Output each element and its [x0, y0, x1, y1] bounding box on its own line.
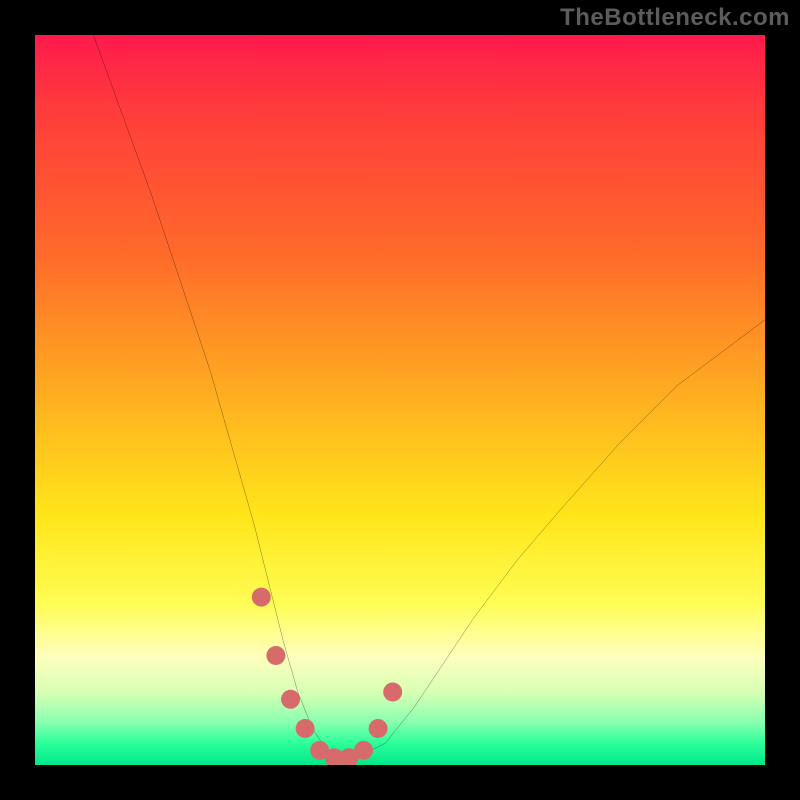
- highlight-dot: [266, 646, 285, 665]
- watermark-text: TheBottleneck.com: [560, 4, 790, 32]
- chart-frame: TheBottleneck.com: [0, 0, 800, 800]
- highlight-dot: [369, 719, 388, 738]
- highlight-dot: [296, 719, 315, 738]
- highlight-dot: [354, 741, 373, 760]
- plot-area: [35, 35, 765, 765]
- bottleneck-curve: [93, 35, 765, 758]
- curve-layer: [35, 35, 765, 765]
- highlight-dot: [281, 690, 300, 709]
- highlight-dot: [383, 683, 402, 702]
- minimum-band-markers: [252, 588, 402, 765]
- highlight-dot: [252, 588, 271, 607]
